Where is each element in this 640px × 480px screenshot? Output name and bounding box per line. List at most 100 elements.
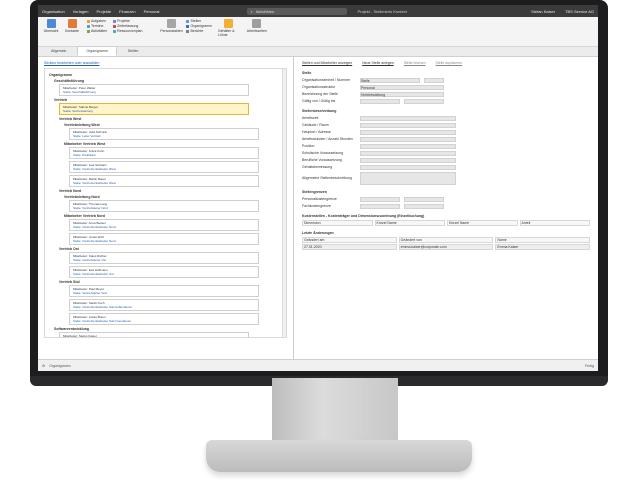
field-row: Gebäude / Raum (302, 122, 590, 128)
field-row: Arbeitszeit (302, 115, 590, 121)
menu-item[interactable]: Projekte (96, 9, 111, 14)
position-link[interactable]: Stelle: Vertriebsleitung (63, 109, 245, 113)
tree-node-label[interactable]: Vertriebsleitung West (64, 123, 282, 127)
position-link[interactable]: Stelle: Vertriebsmitarbeiter West (73, 181, 255, 185)
position-link[interactable]: Stelle: Vertriebsmitarbeiter Nord (73, 239, 255, 243)
tree-node-label[interactable]: Mitarbeiter Vertrieb Nord (64, 214, 282, 218)
tree-node-label[interactable]: Vertrieb (54, 98, 282, 102)
position-link[interactable]: Stelle: Vertriebsmitarbeiter Ost (73, 272, 255, 276)
edit-structure-link[interactable]: Struktur bearbeiten oder auswählen (44, 61, 287, 65)
tree-position-card[interactable]: Mitarbeiter: Anna Becker Stelle: Vertrieb… (69, 219, 259, 231)
tab-organigramm[interactable]: Organigramm (77, 46, 117, 56)
user-name[interactable]: Stefan Kaiser (531, 9, 555, 14)
org-structure-select[interactable]: Personal (360, 84, 444, 90)
tree-position-card[interactable]: Mitarbeiter: Jonas Wolf Stelle: Vertriebs… (69, 233, 259, 245)
tree-position-card[interactable]: Mitarbeiter: Frank Kuhn Stelle: Praktikan… (69, 147, 259, 159)
valid-to-field[interactable] (404, 98, 444, 104)
description-field[interactable] (360, 150, 456, 156)
field-row: Bezeichnung der Stelle Vertriebsleitung (302, 91, 590, 97)
org-chart-button[interactable]: Organigramm (186, 24, 212, 28)
personnel-cost-limit-field[interactable] (360, 196, 400, 202)
position-link[interactable]: Stelle: Geschäftsführung (63, 90, 245, 94)
tree-node-label[interactable]: Softwareentwicklung (54, 327, 282, 331)
positions-button[interactable]: Stellen (186, 19, 211, 23)
description-field[interactable] (360, 129, 456, 135)
tree-position-card[interactable]: Mitarbeiter: Stefan KaiserStelle: Entwic… (59, 332, 249, 337)
new-position-link[interactable]: Neue Stelle anlegen (362, 61, 394, 65)
personnel-cost-limit-to-field[interactable] (404, 196, 444, 202)
number-field[interactable] (424, 77, 444, 83)
tree-position-card[interactable]: Mitarbeiter: Martin Bauer Stelle: Vertrie… (69, 175, 259, 187)
position-link[interactable]: Stelle: Vertriebsleiter Ost (73, 258, 255, 262)
position-link[interactable]: Stelle: Vertriebsleiter Süd (73, 291, 255, 295)
tree-position-card[interactable]: Mitarbeiter: Lukas Braun Stelle: Vertrieb… (69, 313, 259, 325)
projects-button[interactable]: Projekte (113, 19, 142, 23)
activities-button[interactable]: Aktivitäten (87, 29, 107, 33)
position-name-field[interactable]: Vertriebsleitung (360, 91, 444, 97)
description-field[interactable] (360, 164, 456, 170)
tree-node-label[interactable]: Mitarbeiter Vertrieb West (64, 142, 282, 146)
tasks-button[interactable]: Aufgaben (87, 19, 107, 23)
menu-item[interactable]: Organisation (42, 9, 65, 14)
tree-scrollbar[interactable] (282, 69, 286, 337)
overview-button[interactable]: Übersicht (42, 19, 60, 33)
position-link[interactable]: Stelle: Vertriebsmitarbeiter West (73, 167, 255, 171)
description-field[interactable] (360, 143, 456, 149)
tree-position-card[interactable]: Mitarbeiter: Lisa Schwarz Stelle: Vertrie… (69, 161, 259, 173)
project-icon (113, 19, 117, 23)
reports-button[interactable]: Berichte (186, 29, 211, 33)
tree-node-label[interactable]: Vertrieb Nord (59, 189, 282, 193)
position-link[interactable]: Stelle: Vertriebsmitarbeiter Süd Innendi… (73, 319, 255, 323)
tree-position-card[interactable]: Mitarbeiter: Paul Meyer Stelle: Vertriebs… (69, 285, 259, 297)
menu-item[interactable]: Vorlagen (73, 9, 89, 14)
show-positions-link[interactable]: Stellen und Mitarbeiter anzeigen (302, 61, 352, 65)
menu-item[interactable]: Finanzen (119, 9, 135, 14)
tab-stellen[interactable]: Stellen (119, 46, 148, 56)
worktime-button[interactable]: Arbeitszeiten (246, 19, 268, 33)
org-unit-field[interactable]: Stelle (360, 77, 420, 83)
position-link[interactable]: Stelle: Vertriebsmitarbeiter Nord (73, 225, 255, 229)
tree-node-label[interactable]: Vertrieb Süd (59, 280, 282, 284)
valid-from-field[interactable] (360, 98, 400, 104)
description-field[interactable] (360, 171, 456, 185)
expert-cost-limit-to-field[interactable] (404, 203, 444, 209)
tab-allgemein[interactable]: Allgemein (42, 46, 75, 56)
tree-node-label[interactable]: Vertrieb West (59, 117, 282, 121)
position-link[interactable]: Stelle: Leiter Vertrieb (73, 134, 255, 138)
duplicate-position-link[interactable]: Stelle duplizieren (436, 61, 463, 65)
tree-node-label[interactable]: Organigramm (49, 73, 282, 77)
position-link[interactable]: Stelle: Vertriebsmitarbeiter Süd Außendi… (73, 305, 255, 309)
tree-position-card[interactable]: Mitarbeiter: Peter Walter Stelle: Geschäf… (59, 84, 249, 96)
personnel-files-button[interactable]: Personalakten (160, 19, 183, 33)
expert-cost-limit-field[interactable] (360, 203, 400, 209)
contacts-button[interactable]: Kontakte (63, 19, 81, 33)
tree-position-card[interactable]: Mitarbeiter: Sabine Berger Stelle: Vertri… (59, 103, 249, 115)
delete-position-link[interactable]: Stelle löschen (404, 61, 426, 65)
tree-position-card[interactable]: Mitarbeiter: Julia Schmidt Stelle: Leiter… (69, 128, 259, 140)
company-name[interactable]: TBS Service AG (565, 9, 594, 14)
search-input[interactable]: ⌕ Aktivitäten (247, 7, 348, 15)
position-link[interactable]: Stelle: Vertriebsleiter Nord (73, 206, 255, 210)
description-field[interactable] (360, 115, 456, 121)
ribbon-group-personnel: Personalakten (160, 19, 183, 33)
context-title: Projekt - Stelleninfo Kontext (357, 8, 407, 14)
tree-position-card[interactable]: Mitarbeiter: Thomas Lang Stelle: Vertrieb… (69, 200, 259, 212)
table-row[interactable]: 27.01.2020 emma.kaiser@corporate.com Emm… (302, 244, 591, 250)
tree-position-card[interactable]: Mitarbeiter: Eva Hoffmann Stelle: Vertrie… (69, 266, 259, 278)
menu-item[interactable]: Personal (144, 9, 160, 14)
description-field[interactable] (360, 157, 456, 163)
tree-position-card[interactable]: Mitarbeiter: Klaus Richter Stelle: Vertri… (69, 252, 259, 264)
tree-node-label[interactable]: Geschäftsführung (54, 79, 282, 83)
ribbon-group-worktime: Arbeitszeiten (246, 19, 268, 33)
tree-position-card[interactable]: Mitarbeiter: Sarah Koch Stelle: Vertriebs… (69, 299, 259, 311)
tree-node-label[interactable]: Vertriebsleitung Nord (64, 195, 282, 199)
position-link[interactable]: Stelle: Praktikant (73, 153, 255, 157)
description-field[interactable] (360, 122, 456, 128)
tree-node-label[interactable]: Vertrieb Ost (59, 247, 282, 251)
ribbon-toolbar: Übersicht Kontakte Aufgaben Termine Akti… (38, 17, 598, 47)
resource-plan-button[interactable]: Ressourcenplan (113, 29, 142, 33)
description-field[interactable] (360, 136, 456, 142)
time-tracking-button[interactable]: Zeiterfassung (113, 24, 142, 28)
salary-button[interactable]: Gehälter & Löhne (218, 19, 240, 37)
appointments-button[interactable]: Termine (87, 24, 107, 28)
